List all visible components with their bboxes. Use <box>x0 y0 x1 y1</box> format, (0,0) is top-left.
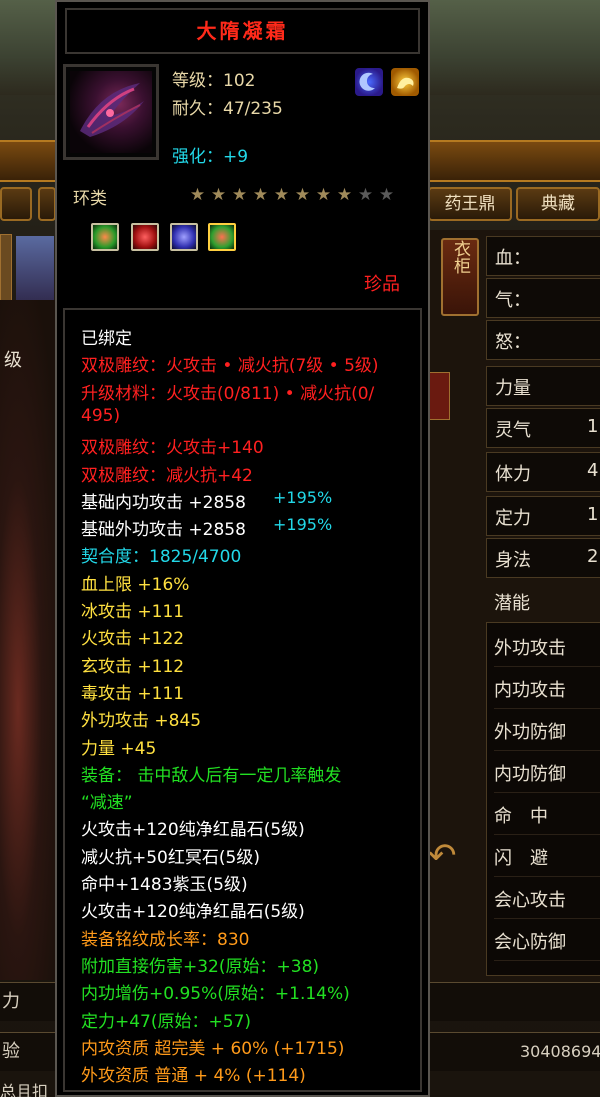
wardrobe-button[interactable]: 衣柜 <box>441 238 479 316</box>
side-scroll-button[interactable] <box>428 372 450 420</box>
tab-left-partial-2[interactable] <box>38 187 56 221</box>
attribute-line: 495) <box>81 405 121 426</box>
star-empty-icon: ★ <box>378 185 395 205</box>
item-icon <box>70 71 152 153</box>
attribute-line: 血上限 +16% <box>81 574 190 595</box>
attribute-list: 已绑定双极雕纹：火攻击 • 减火抗(7级 • 5级) 升级材料：火攻击(0/811… <box>63 308 422 1092</box>
attribute-line: 契合度：1825/4700 <box>81 547 242 568</box>
attribute-bonus: +195% <box>273 515 333 535</box>
item-tooltip: 大隋凝霜 等级：102 耐久：47/235 强化：+9 环类 ★ ★ ★ ★ ★ ★ ★ ★ ★… <box>55 0 430 1097</box>
star-filled-icon: ★ <box>252 185 269 205</box>
attribute-line: 双极雕纹：火攻击 • 减火抗(7级 • 5级) <box>81 356 379 377</box>
attribute-bonus: +195% <box>273 487 333 507</box>
attribute-line: “减速” <box>81 793 133 814</box>
attribute-line: 双极雕纹：减火抗+42 <box>81 465 253 486</box>
attribute-line: 火攻击+120纯净红晶石(5级) <box>81 902 305 923</box>
attribute-line: 减火抗+50红冥石(5级) <box>81 847 260 868</box>
character-art <box>0 300 60 980</box>
gem-slot-2[interactable] <box>131 223 159 251</box>
attribute-line: 火攻击+120纯净红晶石(5级) <box>81 820 305 841</box>
stat-qi: 气： <box>486 278 600 318</box>
attribute-line: 定力+47(原始：+57) <box>81 1011 252 1032</box>
bottom-label: 验 <box>2 1041 20 1062</box>
bottom-label: 力 <box>2 991 20 1012</box>
attribute-line: 玄攻击 +112 <box>81 656 185 677</box>
star-filled-icon: ★ <box>273 185 290 205</box>
combat-crit-defense: 会心防御 <box>494 926 600 961</box>
attribute-line: 装备铭纹成长率：830 <box>81 929 250 950</box>
star-empty-icon: ★ <box>357 185 374 205</box>
star-filled-icon: ★ <box>231 185 248 205</box>
star-filled-icon: ★ <box>210 185 227 205</box>
attribute-line: 外功攻击 +845 <box>81 711 202 732</box>
combat-ext-defense: 外功防御 <box>494 716 600 751</box>
attribute-line: 基础外功攻击 +2858 <box>81 520 246 541</box>
attribute-line: 毒攻击 +111 <box>81 683 185 704</box>
item-level: 等级：102 <box>172 71 256 91</box>
combat-hit: 命 中 <box>494 800 600 835</box>
attribute-line: 力量 +45 <box>81 738 157 759</box>
attribute-line: 双极雕纹：火攻击+140 <box>81 438 264 459</box>
attribute-line: 冰攻击 +111 <box>81 602 185 622</box>
stat-rage: 怒： <box>486 320 600 360</box>
star-rating: ★ ★ ★ ★ ★ ★ ★ ★ ★ ★ <box>187 185 397 205</box>
star-filled-icon: ★ <box>315 185 332 205</box>
stat-strength: 力量 <box>486 366 600 406</box>
return-arrow-icon[interactable]: ↶ <box>428 836 457 882</box>
tab-label: 药王鼎 <box>444 194 496 214</box>
combat-int-defense: 内功防御 <box>494 758 600 793</box>
combat-int-attack: 内功攻击 <box>494 674 600 709</box>
bottom-partial-text: 总且扣 <box>0 1082 49 1097</box>
tab-diancang[interactable]: 典藏 <box>516 187 600 221</box>
wardrobe-label: 衣柜 <box>450 240 470 274</box>
stat-focus: 定力 1 <box>486 496 600 536</box>
item-type: 环类 <box>73 189 107 209</box>
tab-yaowangding[interactable]: 药王鼎 <box>428 187 512 221</box>
attribute-line: 内功增伤+0.95%(原始：+1.14%) <box>81 984 350 1005</box>
tab-left-partial[interactable] <box>0 187 32 221</box>
gem-slot-1[interactable] <box>91 223 119 251</box>
attribute-line: 外攻资质 普通 + 4% (+114) <box>81 1066 306 1087</box>
rarity-label: 珍品 <box>364 274 400 295</box>
tab-label: 典藏 <box>541 194 575 214</box>
attribute-line: 附加直接伤害+32(原始：+38) <box>81 956 320 977</box>
dragon-icon <box>391 68 419 96</box>
attribute-line: 已绑定 <box>81 329 132 349</box>
item-durability: 耐久：47/235 <box>172 99 283 119</box>
item-icon-frame <box>63 64 159 160</box>
gem-slot-3[interactable] <box>170 223 198 251</box>
star-filled-icon: ★ <box>294 185 311 205</box>
stat-potential: 潜能 <box>494 593 530 614</box>
attribute-line: 基础内功攻击 +2858 <box>81 492 246 513</box>
stat-vitality: 体力 4 <box>486 452 600 492</box>
item-enhance: 强化：+9 <box>172 147 249 167</box>
combat-dodge: 闪 避 <box>494 842 600 877</box>
star-filled-icon: ★ <box>336 185 353 205</box>
stat-spirit: 灵气 1 <box>486 408 600 448</box>
combat-crit-attack: 会心攻击 <box>494 884 600 919</box>
stat-agility: 身法 2 <box>486 538 600 578</box>
attribute-line: 装备： 击中敌人后有一定几率触发 <box>81 765 342 786</box>
exp-value: 304086945 <box>520 1042 600 1061</box>
attribute-line: 命中+1483紫玉(5级) <box>81 875 248 895</box>
stat-hp: 血： <box>486 236 600 276</box>
gem-slot-4[interactable] <box>208 223 236 251</box>
item-title: 大隋凝霜 <box>65 8 420 54</box>
star-filled-icon: ★ <box>189 185 206 205</box>
combat-ext-attack: 外功攻击 <box>494 632 600 667</box>
moon-icon <box>355 68 383 96</box>
level-partial-label: 级 <box>4 350 22 371</box>
attribute-line: 升级材料：火攻击(0/811) • 减火抗(0/ <box>81 383 375 404</box>
attribute-line: 火攻击 +122 <box>81 629 185 650</box>
attribute-line: 内攻资质 超完美 + 60% (+1715) <box>81 1038 345 1059</box>
